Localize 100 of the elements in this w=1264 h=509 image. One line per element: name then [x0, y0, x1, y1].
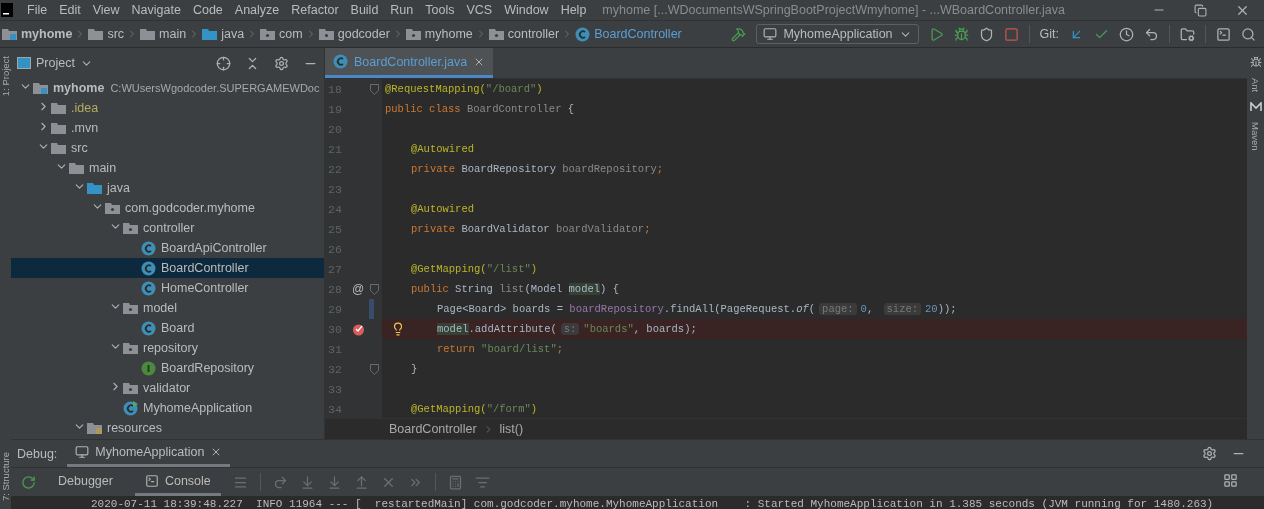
menu-item[interactable]: Run [384, 0, 420, 20]
tree-item[interactable]: controller [11, 218, 324, 238]
shield-icon[interactable] [978, 26, 994, 42]
tree-item[interactable]: validator [11, 378, 324, 398]
search-icon[interactable] [1241, 26, 1256, 42]
interface-icon [141, 360, 156, 376]
run-configuration-dropdown[interactable]: MyhomeApplication [756, 24, 919, 44]
tree-item[interactable]: myhome C:WUsersWgodcoder.SUPERGAMEWDoc [11, 78, 324, 98]
folder-icon [51, 142, 66, 154]
tree-item[interactable]: .mvn [11, 118, 324, 138]
run-icon[interactable] [928, 26, 944, 42]
fold-icon[interactable] [369, 83, 379, 95]
calculator-icon[interactable] [447, 474, 463, 490]
tree-item-label: HomeController [161, 281, 249, 295]
terminal-icon[interactable] [1216, 26, 1231, 42]
breadcrumb[interactable]: com [258, 27, 305, 41]
code-line: @Autowired [410, 203, 474, 215]
breadcrumb[interactable]: controller [486, 27, 562, 41]
settings-icon[interactable] [1202, 446, 1217, 461]
code-breadcrumb[interactable]: BoardController [389, 422, 477, 436]
history-icon[interactable] [1119, 26, 1134, 42]
menu-item[interactable]: View [86, 0, 126, 20]
tree-item-label: BoardApiController [161, 241, 267, 255]
menu-item[interactable]: Analyze [228, 0, 286, 20]
tree-item[interactable]: java [11, 178, 324, 198]
layout-icon[interactable] [1223, 473, 1238, 488]
menu-item[interactable]: Tools [419, 0, 461, 20]
target-icon[interactable] [216, 55, 231, 71]
menu-item[interactable]: Window [498, 0, 555, 20]
tree-item[interactable]: .idea [11, 98, 324, 118]
menu-item[interactable]: Build [344, 0, 385, 20]
code-line: return "board/list"; [436, 343, 564, 355]
fold-icon[interactable] [369, 283, 379, 295]
folder-icon [69, 162, 84, 174]
filter-icon[interactable] [474, 474, 490, 490]
breadcrumb[interactable]: myhome [0, 27, 75, 41]
lightbulb-icon[interactable] [391, 322, 405, 336]
menu-icon[interactable] [232, 474, 248, 490]
code-line: @GetMapping("/list") [410, 263, 538, 275]
breadcrumb[interactable]: src [86, 27, 127, 41]
tree-item[interactable]: com.godcoder.myhome [11, 198, 324, 218]
tree-item[interactable]: model [11, 298, 324, 318]
folder-icon[interactable] [1180, 26, 1195, 42]
hammer-icon[interactable] [731, 26, 747, 42]
package-folder-icon [123, 382, 138, 394]
fold-icon[interactable] [369, 363, 379, 375]
tree-item-label: src [71, 141, 88, 155]
debug-tab[interactable]: Debugger [48, 468, 123, 496]
menu-item[interactable]: Navigate [125, 0, 187, 20]
breakpoint-icon[interactable] [351, 322, 365, 336]
menu-item[interactable]: Refactor [285, 0, 345, 20]
code-line: private BoardRepository boardRepository; [410, 163, 664, 175]
breadcrumb[interactable]: main [138, 27, 189, 41]
breadcrumb[interactable]: myhome [403, 27, 475, 41]
tree-item[interactable]: BoardRepository [11, 358, 324, 378]
tree-item[interactable]: repository [11, 338, 324, 358]
tree-item[interactable]: main [11, 158, 324, 178]
window-icon [75, 445, 90, 459]
tool-window-label[interactable]: Maven [1250, 122, 1261, 151]
breadcrumb[interactable]: java [200, 27, 247, 41]
tree-item[interactable]: Board [11, 318, 324, 338]
project-view-dropdown[interactable]: Project [17, 56, 93, 70]
code-line: public class BoardController { [385, 103, 575, 115]
menu-item[interactable]: Code [186, 0, 229, 20]
tree-item[interactable]: resources [11, 418, 324, 438]
tree-item-label: myhome [53, 81, 105, 95]
maven-icon [1249, 102, 1262, 113]
code-line: @GetMapping("/form") [410, 403, 538, 415]
code-breadcrumb[interactable]: list() [499, 422, 524, 436]
tree-item-label: Board [161, 321, 195, 335]
rerun-icon[interactable] [21, 474, 36, 490]
menu-item[interactable]: Help [554, 0, 593, 20]
tree-item-label: .mvn [71, 121, 99, 135]
settings-icon[interactable] [274, 55, 289, 71]
breadcrumb[interactable]: BoardController [573, 26, 684, 42]
tree-item[interactable]: src [11, 138, 324, 158]
menu-item[interactable]: Edit [53, 0, 87, 20]
undo-icon[interactable] [1144, 26, 1159, 42]
tree-item[interactable]: MyhomeApplication [11, 398, 324, 418]
breadcrumb[interactable]: godcoder [316, 27, 392, 41]
tool-window-label[interactable]: Ant [1250, 78, 1261, 93]
package-folder-icon [123, 342, 138, 354]
tree-item[interactable]: BoardController [11, 258, 324, 278]
debug-session-tab[interactable]: MyhomeApplication [67, 440, 231, 467]
gutter-marker[interactable]: @ [351, 282, 365, 296]
tool-window-label[interactable]: 7: Structure [0, 451, 11, 501]
class-icon [141, 280, 156, 296]
tool-window-label[interactable]: 1: Project [0, 56, 11, 97]
tree-item[interactable]: BoardApiController [11, 238, 324, 258]
menu-item[interactable]: File [21, 0, 54, 20]
restore-icon[interactable] [1194, 3, 1207, 17]
menu-item[interactable]: VCS [460, 0, 499, 20]
code-line: @RequestMapping("/board") [385, 83, 543, 95]
resources-folder-icon [87, 422, 102, 434]
tree-item[interactable]: HomeController [11, 278, 324, 298]
tree-item-label: controller [143, 221, 195, 235]
folder-icon [88, 28, 104, 40]
tree-item-label: BoardRepository [161, 361, 255, 375]
debug-icon[interactable] [953, 26, 969, 42]
tree-item-label: MyhomeApplication [143, 401, 253, 415]
